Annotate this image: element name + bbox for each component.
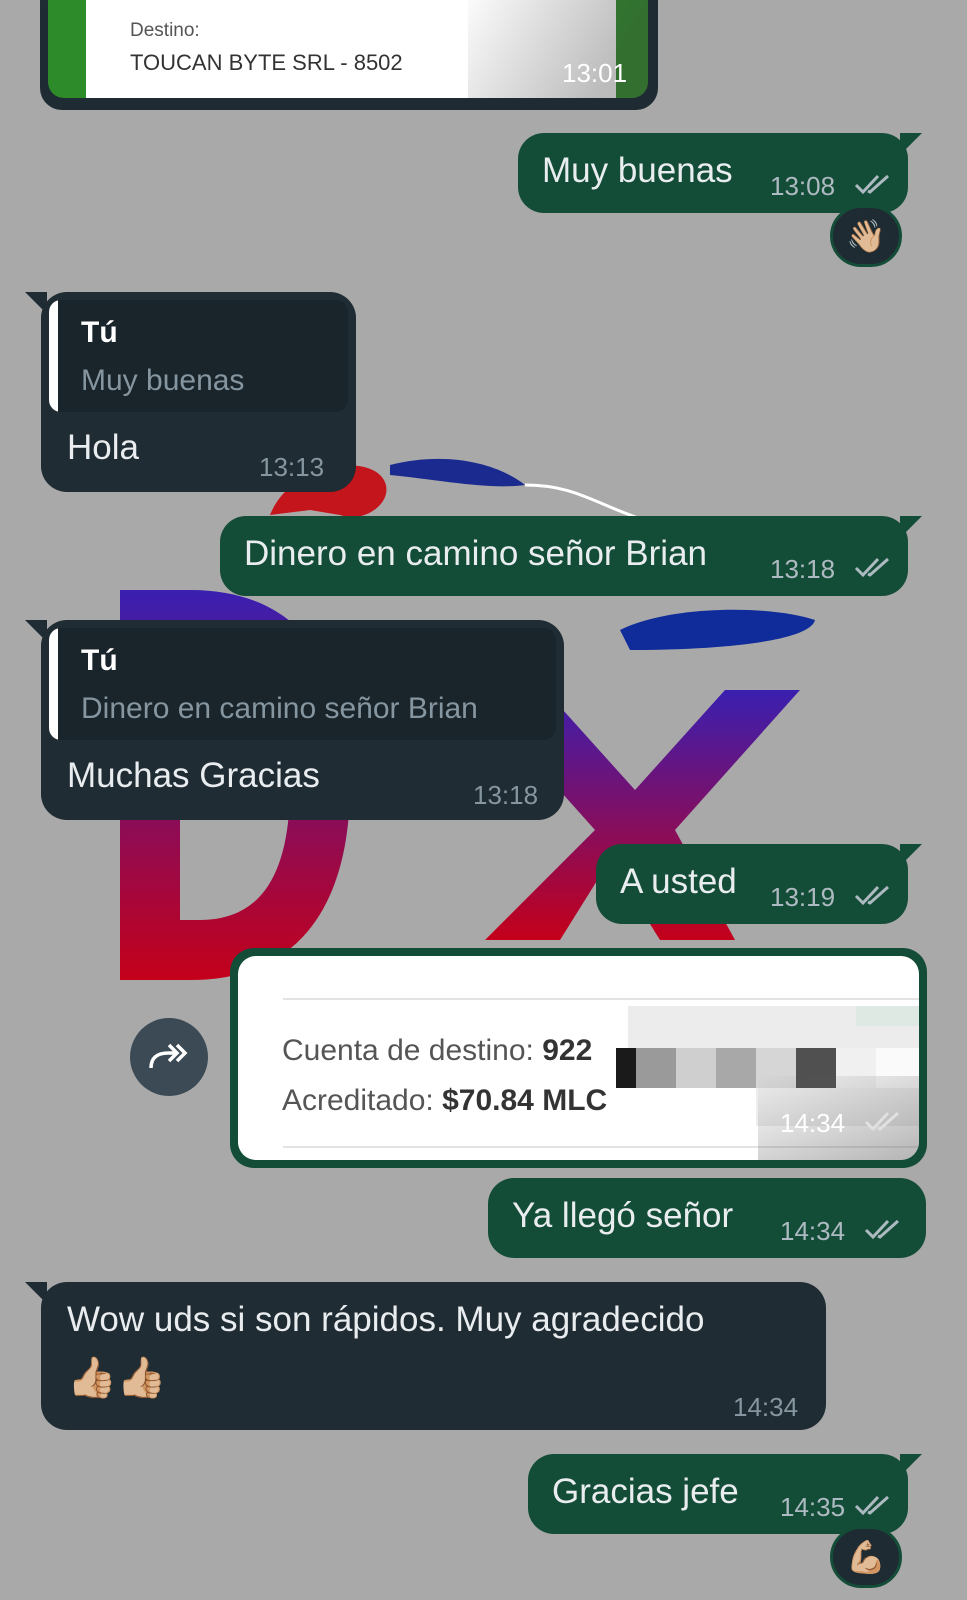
reaction-muscle[interactable]: 💪🏼 — [830, 1526, 902, 1588]
outgoing-message[interactable]: Gracias jefe 14:35 — [528, 1454, 922, 1534]
image-message[interactable]: Cuenta de destino: 922 Acreditado: $70.8… — [230, 948, 927, 1168]
double-check-icon — [864, 1219, 899, 1240]
reaction-wave[interactable]: 👋🏼 — [830, 205, 902, 267]
message-time: 13:08 — [770, 171, 836, 201]
message-time: 14:34 — [780, 1216, 846, 1246]
message-time: 13:01 — [562, 58, 628, 88]
forward-button[interactable] — [130, 1018, 208, 1096]
account-value: 922 — [542, 1034, 593, 1067]
message-time: 13:18 — [473, 780, 539, 810]
message-text: A usted — [620, 862, 737, 901]
double-check-icon — [854, 1495, 889, 1516]
message-text: Ya llegó señor — [512, 1196, 734, 1235]
quote-author: Tú — [81, 644, 118, 677]
thumbs-up-emoji-icon: 👍🏼👍🏼 — [67, 1356, 167, 1400]
outgoing-message[interactable]: Muy buenas 13:08 — [518, 133, 922, 213]
quoted-message[interactable]: Tú Muy buenas — [49, 300, 348, 412]
destino-label: Destino: — [130, 20, 200, 41]
credited-label: Acreditado: — [282, 1084, 434, 1117]
message-time: 14:34 — [733, 1392, 799, 1422]
message-text: Gracias jefe — [552, 1472, 739, 1511]
quoted-message[interactable]: Tú Dinero en camino señor Brian — [49, 628, 556, 740]
outgoing-message[interactable]: A usted 13:19 — [596, 844, 922, 924]
message-text: Muy buenas — [542, 151, 733, 190]
quote-bar — [49, 628, 58, 740]
quote-bar — [49, 300, 58, 412]
incoming-message[interactable]: Tú Dinero en camino señor Brian Muchas G… — [25, 620, 564, 820]
quote-author: Tú — [81, 316, 118, 349]
outgoing-message[interactable]: Ya llegó señor 14:34 — [488, 1178, 926, 1258]
wave-emoji-icon: 👋🏼 — [846, 218, 886, 254]
credited-value: $70.84 MLC — [442, 1084, 608, 1117]
message-time: 13:13 — [259, 452, 325, 482]
message-text: Dinero en camino señor Brian — [244, 534, 708, 573]
incoming-message[interactable]: Tú Muy buenas Hola 13:13 — [25, 292, 356, 492]
double-check-icon — [864, 1111, 899, 1132]
message-time: 14:34 — [780, 1108, 846, 1138]
quote-text: Muy buenas — [81, 364, 245, 397]
double-check-icon — [854, 557, 889, 578]
image-content: Destino: TOUCAN BYTE SRL - 8502 — [48, 0, 648, 98]
image-message-top[interactable]: Destino: TOUCAN BYTE SRL - 8502 13:01 — [40, 0, 658, 110]
outgoing-message[interactable]: Dinero en camino señor Brian 13:18 — [220, 516, 922, 596]
double-check-icon — [854, 885, 889, 906]
message-text: Hola — [67, 428, 139, 467]
message-text: Wow uds si son rápidos. Muy agradecido — [67, 1300, 705, 1339]
quote-text: Dinero en camino señor Brian — [81, 692, 478, 725]
muscle-emoji-icon: 💪🏼 — [846, 1539, 886, 1575]
forward-icon — [149, 1043, 188, 1069]
account-label: Cuenta de destino: — [282, 1034, 534, 1067]
message-text: Muchas Gracias — [67, 756, 320, 795]
incoming-message[interactable]: Wow uds si son rápidos. Muy agradecido 👍… — [25, 1282, 826, 1430]
message-time: 13:19 — [770, 882, 836, 912]
message-time: 14:35 — [780, 1492, 846, 1522]
message-time: 13:18 — [770, 554, 836, 584]
divider — [283, 998, 919, 1000]
destino-value: TOUCAN BYTE SRL - 8502 — [130, 50, 403, 75]
double-check-icon — [854, 174, 889, 195]
